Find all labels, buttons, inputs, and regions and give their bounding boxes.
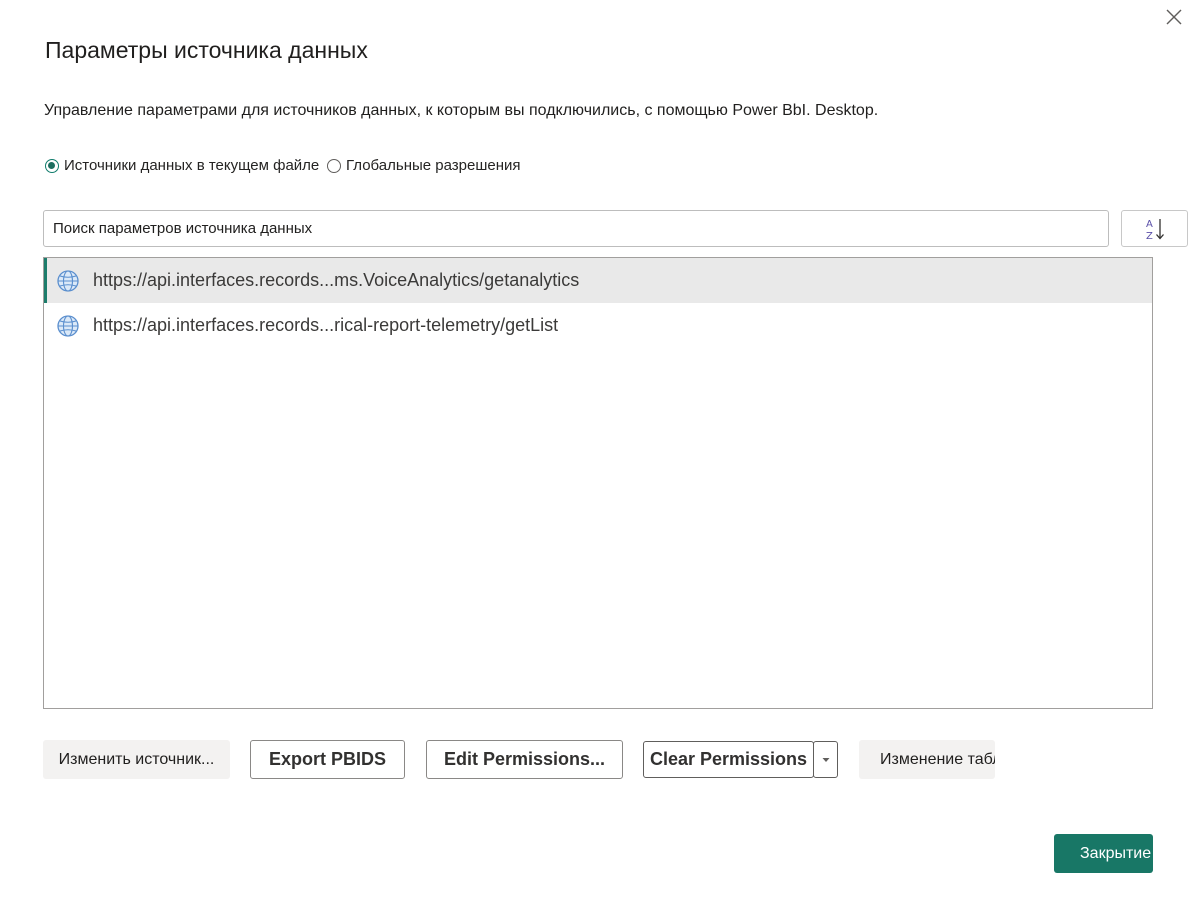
chevron-down-icon [822, 757, 829, 762]
data-source-settings-dialog: Параметры источника данных Управление па… [0, 0, 1193, 907]
globe-icon [57, 269, 79, 292]
radio-checked-icon [45, 158, 59, 173]
svg-text:Z: Z [1146, 231, 1153, 242]
edit-permissions-button[interactable]: Edit Permissions... [426, 740, 623, 779]
data-source-item[interactable]: https://api.interfaces.records...rical-r… [44, 303, 1152, 348]
radio-global-permissions-label: Глобальные разрешения [346, 157, 521, 174]
close-button[interactable]: Закрытие [1054, 834, 1153, 873]
radio-unchecked-icon [327, 158, 341, 173]
sort-az-icon: A Z [1146, 218, 1164, 242]
clear-permissions-button[interactable]: Clear Permissions [643, 741, 814, 778]
radio-current-file-label: Источники данных в текущем файле [64, 157, 320, 174]
data-source-url: https://api.interfaces.records...rical-r… [93, 315, 559, 335]
search-input[interactable] [43, 210, 1109, 247]
data-source-item[interactable]: https://api.interfaces.records...ms.Voic… [44, 258, 1152, 303]
data-source-list: https://api.interfaces.records...ms.Voic… [43, 257, 1153, 709]
sort-button[interactable]: A Z [1121, 210, 1188, 247]
clear-permissions-dropdown[interactable] [813, 741, 838, 778]
radio-global-permissions[interactable]: Глобальные разрешения [327, 157, 521, 174]
export-pbids-button[interactable]: Export PBIDS [250, 740, 405, 779]
globe-icon [57, 314, 79, 337]
close-icon[interactable] [1163, 6, 1185, 28]
svg-text:A: A [1146, 219, 1153, 230]
change-source-button[interactable]: Изменить источник... [43, 740, 230, 779]
radio-current-file[interactable]: Источники данных в текущем файле [45, 157, 319, 174]
change-tables-button[interactable]: Изменение таблиц [859, 740, 995, 779]
data-source-url: https://api.interfaces.records...ms.Voic… [93, 270, 580, 290]
dialog-description: Управление параметрами для источников да… [44, 102, 879, 119]
dialog-title: Параметры источника данных [45, 37, 368, 63]
